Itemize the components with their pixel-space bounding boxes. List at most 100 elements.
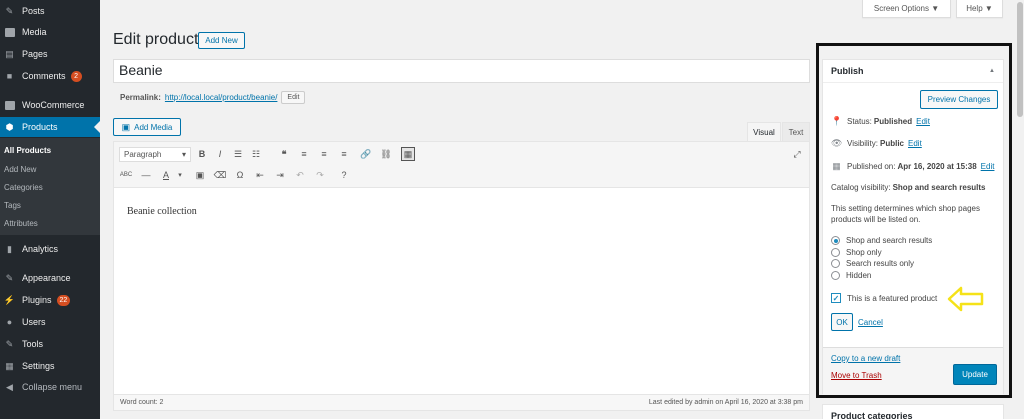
tools-icon: ✎ — [5, 338, 14, 349]
sidebar-item-tools[interactable]: ✎ Tools — [0, 334, 100, 354]
tab-visual[interactable]: Visual — [747, 122, 781, 141]
woocommerce-icon — [4, 100, 15, 111]
products-submenu: All Products Add New Categories Tags Att… — [0, 138, 100, 235]
analytics-icon: ▮ — [7, 243, 12, 254]
strikethrough-icon[interactable]: ABC — [119, 168, 133, 182]
horizontal-line-icon[interactable]: — — [139, 168, 153, 182]
move-to-trash-link[interactable]: Move to Trash — [831, 371, 882, 380]
eye-icon: 👁 — [831, 138, 843, 148]
plugins-count-badge: 22 — [56, 294, 71, 306]
paste-text-icon[interactable]: ▣ — [193, 168, 207, 182]
unlink-icon[interactable]: ⛓ — [379, 147, 393, 161]
bullet-list-icon[interactable]: ☰ — [231, 147, 245, 161]
text-color-dropdown-icon[interactable]: ▾ — [173, 168, 187, 182]
editor-statusbar: Word count: 2 Last edited by admin on Ap… — [114, 394, 809, 410]
featured-product-row[interactable]: ✓ This is a featured product — [831, 293, 937, 303]
sidebar-item-comments[interactable]: ■ Comments 2 — [0, 66, 100, 86]
sidebar-item-products[interactable]: ⬢ Products — [0, 117, 100, 137]
yellow-arrow-icon — [947, 286, 984, 312]
submenu-attributes[interactable]: Attributes — [4, 219, 38, 228]
catalog-help-text: This setting determines which shop pages… — [831, 204, 980, 224]
indent-icon[interactable]: ⇥ — [273, 168, 287, 182]
numbered-list-icon[interactable]: ☷ — [249, 147, 263, 161]
sidebar-item-settings[interactable]: ▦ Settings — [0, 356, 100, 376]
permalink-edit-button[interactable]: Edit — [281, 91, 306, 104]
collapse-arrow-icon[interactable]: ▲ — [989, 68, 995, 74]
sidebar-item-appearance[interactable]: ✎ Appearance — [0, 268, 100, 288]
admin-sidebar: ✎ Posts Media ▤ Pages ■ Comments 2 WooCommer… — [0, 0, 100, 419]
cancel-link[interactable]: Cancel — [858, 318, 883, 327]
bold-icon[interactable]: B — [195, 147, 209, 161]
content-editor: Paragraph ▾ B I ☰ ☷ ❝ ≡ ≡ ≡ 🔗 ⛓ ▬ ▦ ⤢ AB… — [113, 141, 810, 411]
scrollbar-thumb[interactable] — [1017, 2, 1023, 117]
sidebar-item-woocommerce[interactable]: WooCommerce — [0, 95, 100, 115]
undo-icon[interactable]: ↶ — [293, 168, 307, 182]
screen-options-button[interactable]: Screen Options ▼ — [862, 0, 951, 18]
pin-icon: 📍 — [831, 116, 843, 126]
text-color-icon[interactable]: A — [159, 168, 173, 182]
update-button[interactable]: Update — [953, 364, 997, 385]
submenu-tags[interactable]: Tags — [4, 201, 21, 210]
permalink-row: Permalink: http://local.local/product/be… — [120, 91, 306, 104]
submenu-categories[interactable]: Categories — [4, 183, 43, 192]
add-media-button[interactable]: ▣ Add Media — [113, 118, 181, 136]
tab-text[interactable]: Text — [782, 122, 810, 141]
align-right-icon[interactable]: ≡ — [337, 147, 351, 161]
align-left-icon[interactable]: ≡ — [297, 147, 311, 161]
collapse-icon: ◀ — [6, 381, 13, 392]
help-circle-icon[interactable]: ? — [337, 168, 351, 182]
sidebar-item-media[interactable]: Media — [0, 22, 100, 42]
submenu-all-products[interactable]: All Products — [4, 146, 51, 155]
radio-shop-and-search[interactable]: Shop and search results — [831, 236, 932, 245]
status-edit-link[interactable]: Edit — [916, 117, 930, 126]
sidebar-item-pages[interactable]: ▤ Pages — [0, 44, 100, 64]
product-categories-box[interactable]: Product categories — [822, 404, 1004, 419]
users-icon: ● — [6, 317, 13, 327]
link-icon[interactable]: 🔗 — [359, 147, 373, 161]
ok-button[interactable]: OK — [831, 313, 853, 331]
settings-icon: ▦ — [5, 360, 14, 371]
copy-to-draft-link[interactable]: Copy to a new draft — [831, 354, 900, 363]
radio-button[interactable] — [831, 271, 840, 280]
sidebar-item-users[interactable]: ● Users — [0, 312, 100, 332]
preview-changes-button[interactable]: Preview Changes — [920, 90, 998, 109]
publish-box-header[interactable]: Publish ▲ — [823, 60, 1003, 83]
clear-formatting-icon[interactable]: ⌫ — [213, 168, 227, 182]
radio-button[interactable] — [831, 248, 840, 257]
pushpin-icon: ✎ — [5, 5, 14, 16]
blockquote-icon[interactable]: ❝ — [277, 147, 291, 161]
radio-button[interactable] — [831, 259, 840, 268]
status-row: 📍 Status: Published Edit — [831, 116, 930, 126]
scrollbar[interactable] — [1016, 0, 1024, 419]
visibility-edit-link[interactable]: Edit — [908, 139, 922, 148]
redo-icon[interactable]: ↷ — [313, 168, 327, 182]
plugins-icon: ⚡ — [3, 294, 16, 305]
permalink-link[interactable]: http://local.local/product/beanie/ — [165, 93, 278, 102]
format-select[interactable]: Paragraph ▾ — [119, 147, 191, 162]
sidebar-item-plugins[interactable]: ⚡ Plugins 22 — [0, 290, 100, 310]
sidebar-item-analytics[interactable]: ▮ Analytics — [0, 239, 100, 259]
pages-icon: ▤ — [5, 48, 14, 59]
featured-checkbox[interactable]: ✓ — [831, 293, 841, 303]
add-new-button[interactable]: Add New — [198, 32, 245, 49]
product-title-input[interactable]: Beanie — [113, 59, 810, 83]
sidebar-collapse-menu[interactable]: ◀ Collapse menu — [0, 377, 100, 397]
sidebar-item-posts[interactable]: ✎ Posts — [0, 1, 100, 21]
radio-search-only[interactable]: Search results only — [831, 259, 914, 268]
help-button[interactable]: Help ▼ — [956, 0, 1003, 18]
special-character-icon[interactable]: Ω — [233, 168, 247, 182]
toolbar-toggle-icon[interactable]: ▦ — [401, 147, 415, 161]
align-center-icon[interactable]: ≡ — [317, 147, 331, 161]
catalog-visibility-row: Catalog visibility: Shop and search resu… — [831, 183, 986, 192]
submenu-add-new[interactable]: Add New — [4, 165, 36, 174]
publish-actions: Copy to a new draft Move to Trash Update — [823, 347, 1003, 395]
italic-icon[interactable]: I — [213, 147, 227, 161]
fullscreen-icon[interactable]: ⤢ — [790, 147, 804, 161]
published-edit-link[interactable]: Edit — [981, 162, 995, 171]
outdent-icon[interactable]: ⇤ — [253, 168, 267, 182]
products-icon: ⬢ — [5, 121, 14, 132]
radio-button[interactable] — [831, 236, 840, 245]
radio-shop-only[interactable]: Shop only — [831, 248, 882, 257]
editor-content[interactable]: Beanie collection — [127, 206, 197, 217]
radio-hidden[interactable]: Hidden — [831, 271, 871, 280]
